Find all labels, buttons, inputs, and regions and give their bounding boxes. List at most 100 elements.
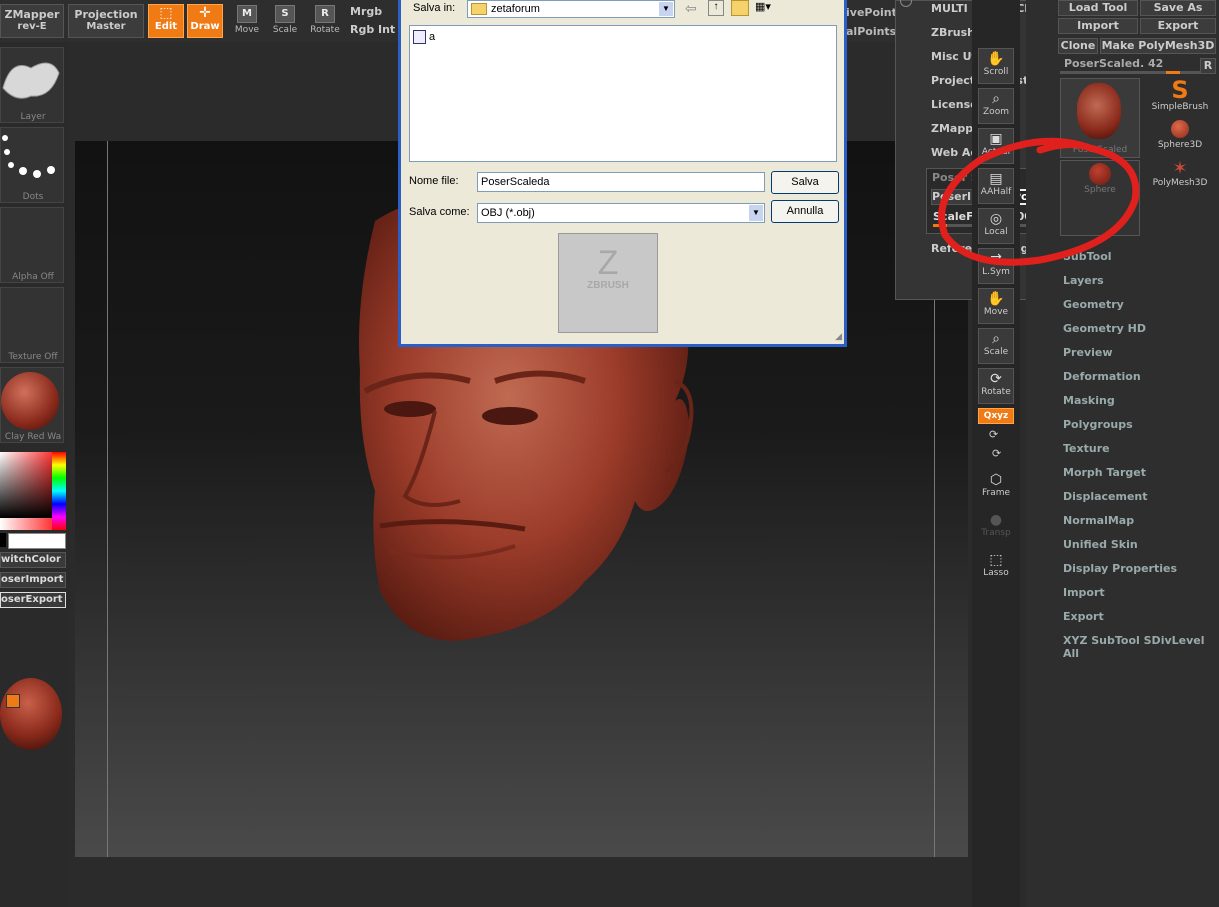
move-mode-button[interactable]: M Move <box>228 5 266 35</box>
xyz-axis-button[interactable]: Qxyz <box>978 408 1014 424</box>
layer-brush-icon <box>2 62 60 99</box>
poser-export-left-button[interactable]: oserExport <box>0 592 66 608</box>
rgb-button[interactable]: Rgb <box>350 23 374 36</box>
zoom-button[interactable]: ⌕ Zoom <box>978 88 1014 124</box>
star-icon: ✶ <box>1172 158 1188 179</box>
file-icon <box>413 30 426 44</box>
scale-mode-button[interactable]: S Scale <box>266 5 304 35</box>
cube-icon: ⬡ <box>989 472 1003 488</box>
save-as-button[interactable]: Save As <box>1140 0 1216 16</box>
new-folder-icon[interactable] <box>731 0 749 16</box>
section-unified-skin[interactable]: Unified Skin <box>1063 538 1138 551</box>
texture-swatch[interactable]: Texture Off <box>0 287 64 363</box>
save-as-type-dropdown[interactable]: OBJ (*.obj) ▼ <box>477 203 765 223</box>
move-view-button[interactable]: ✋ Move <box>978 288 1014 324</box>
current-tool-label: PoserScaled. 42 <box>1064 57 1164 70</box>
back-arrow-icon[interactable]: ⇦ <box>685 0 697 17</box>
color-picker[interactable] <box>0 452 66 530</box>
switch-color-button[interactable]: witchColor <box>0 552 66 568</box>
material-sphere-icon <box>1 372 59 430</box>
section-deformation[interactable]: Deformation <box>1063 370 1141 383</box>
s-brush-icon: S <box>1171 76 1189 104</box>
tool-slider[interactable] <box>1060 71 1200 74</box>
draw-icon: ✛ <box>199 5 211 21</box>
section-morph-target[interactable]: Morph Target <box>1063 466 1146 479</box>
zbrush-logo-icon: Z <box>597 244 619 282</box>
file-item[interactable]: a <box>413 30 435 44</box>
dots-stroke-icon <box>2 135 55 178</box>
hand-icon: ✋ <box>987 51 1005 67</box>
save-in-dropdown[interactable]: zetaforum ▼ <box>467 0 675 18</box>
frame-button[interactable]: ⬡ Frame <box>978 470 1014 506</box>
stroke-swatch[interactable]: Dots <box>0 127 64 203</box>
zplugin-item-license[interactable]: License <box>931 98 978 111</box>
mrgb-button[interactable]: Mrgb <box>350 5 382 18</box>
rotate-view-button[interactable]: ⟳ Rotate <box>978 368 1014 404</box>
section-display-properties[interactable]: Display Properties <box>1063 562 1177 575</box>
poser-import-left-button[interactable]: oserImport <box>0 572 66 588</box>
section-masking[interactable]: Masking <box>1063 394 1115 407</box>
preview-thumbnail: Z ZBRUSH <box>558 233 658 333</box>
sphere-preview <box>0 678 62 750</box>
edit-button[interactable]: ⬚ Edit <box>148 4 184 38</box>
projection-master-button[interactable]: Projection Master <box>68 4 144 38</box>
lasso-button[interactable]: ⬚ Lasso <box>978 550 1014 586</box>
section-import[interactable]: Import <box>1063 586 1105 599</box>
sphere3d-tool[interactable]: Sphere3D <box>1150 120 1210 150</box>
section-polygroups[interactable]: Polygroups <box>1063 418 1133 431</box>
edit-icon: ⬚ <box>159 5 173 21</box>
make-polymesh-button[interactable]: Make PolyMesh3D <box>1100 38 1216 54</box>
alpha-swatch[interactable]: Alpha Off <box>0 207 64 283</box>
rotate-mode-button[interactable]: R Rotate <box>306 5 344 35</box>
up-folder-icon[interactable]: ↑ <box>708 0 724 16</box>
transparency-icon: ● <box>989 512 1003 528</box>
draw-button[interactable]: ✛ Draw <box>187 4 223 38</box>
cancel-button[interactable]: Annulla <box>771 200 839 223</box>
section-geometry[interactable]: Geometry <box>1063 298 1124 311</box>
export-button[interactable]: Export <box>1140 18 1216 34</box>
section-xyz-subtool-sdivlevel[interactable]: XYZ SubTool SDivLevel All <box>1063 634 1219 660</box>
save-dialog: Salva in: zetaforum ▼ ⇦ ↑ ▦▾ a Nome file… <box>398 0 847 347</box>
section-geometry-hd[interactable]: Geometry HD <box>1063 322 1146 335</box>
y-axis-icon[interactable]: ⟳ <box>989 428 998 441</box>
chevron-down-icon: ▼ <box>659 2 673 16</box>
gear-icon[interactable] <box>900 0 912 7</box>
section-preview[interactable]: Preview <box>1063 346 1113 359</box>
rotate-icon: R <box>315 5 335 23</box>
secondary-color-swatch[interactable] <box>8 533 66 549</box>
clone-button[interactable]: Clone <box>1058 38 1098 54</box>
move-icon: M <box>237 5 257 23</box>
scale-view-button[interactable]: ⌕ Scale <box>978 328 1014 364</box>
brush-swatch[interactable]: Layer <box>0 47 64 123</box>
file-name-input[interactable]: PoserScaleda <box>477 172 765 192</box>
zmapper-button[interactable]: ZMapper rev-E <box>0 4 64 38</box>
transp-button[interactable]: ● Transp <box>978 510 1014 546</box>
lasso-icon: ⬚ <box>989 552 1003 568</box>
save-button[interactable]: Salva <box>771 171 839 194</box>
file-name-label: Nome file: <box>409 175 459 187</box>
import-button[interactable]: Import <box>1058 18 1138 34</box>
z-axis-icon[interactable]: ⟳ <box>992 447 1001 460</box>
file-list[interactable]: a <box>409 25 837 162</box>
simplebrush-tool[interactable]: S SimpleBrush <box>1150 78 1210 112</box>
resize-grip-icon[interactable]: ◢ <box>835 331 842 342</box>
r-button[interactable]: R <box>1200 58 1216 74</box>
tool-slider-handle <box>1166 71 1180 74</box>
chevron-down-icon: ▼ <box>749 205 763 221</box>
section-normalmap[interactable]: NormalMap <box>1063 514 1134 527</box>
primary-color-swatch[interactable] <box>0 533 6 547</box>
polymesh3d-tool[interactable]: ✶ PolyMesh3D <box>1150 158 1210 189</box>
rgb-intensity-label[interactable]: Int <box>378 23 395 36</box>
view-menu-icon[interactable]: ▦▾ <box>755 0 777 14</box>
left-shelf: Layer Dots Alpha Off Texture Off Clay Re… <box>0 42 70 907</box>
folder-icon <box>471 3 487 16</box>
section-displacement[interactable]: Displacement <box>1063 490 1148 503</box>
sphere-marker-icon <box>6 694 20 708</box>
section-texture[interactable]: Texture <box>1063 442 1110 455</box>
annotation-circle <box>938 137 1140 266</box>
material-swatch[interactable]: Clay Red Wa <box>0 367 64 443</box>
scroll-button[interactable]: ✋ Scroll <box>978 48 1014 84</box>
scale-magnifier-icon: ⌕ <box>992 331 1000 347</box>
section-export[interactable]: Export <box>1063 610 1104 623</box>
load-tool-button[interactable]: Load Tool <box>1058 0 1138 16</box>
